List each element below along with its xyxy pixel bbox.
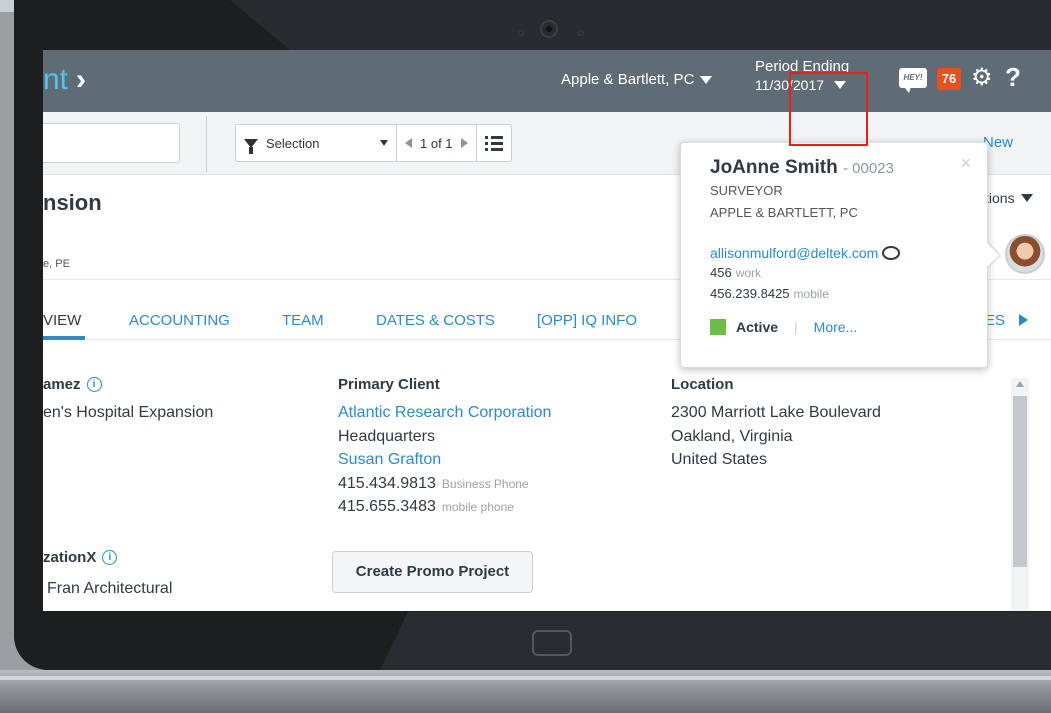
pager-text: 1 of 1 (420, 135, 453, 151)
primary-client-label: Primary Client (338, 376, 440, 393)
work-number: 456 (710, 265, 732, 280)
chevron-down-icon (700, 75, 713, 84)
search-input[interactable] (43, 123, 180, 163)
phone2-type: mobile phone (441, 500, 514, 514)
field-label-org: zationX i (43, 549, 118, 566)
tab-dates-costs[interactable]: DATES & COSTS (376, 312, 495, 329)
options-menu[interactable]: tions (985, 190, 1033, 206)
company-select[interactable]: Apple & Bartlett, PC (561, 71, 713, 88)
sensor-dot (578, 30, 584, 36)
separator: | (794, 319, 798, 335)
sensor-dot (518, 30, 524, 36)
work-label: work (735, 266, 762, 280)
previous-record-icon[interactable] (405, 138, 412, 148)
record-subtitle: e, PE (43, 258, 70, 270)
mobile-label: mobile (793, 287, 829, 301)
overview-content: amez i en's Hospital Expansion Primary C… (43, 340, 1051, 611)
filter-label: Selection (266, 135, 320, 151)
contact-name-text: JoAnne Smith (710, 157, 838, 178)
org-label: zationX (43, 549, 97, 566)
gear-icon[interactable]: ⚙ (971, 64, 993, 92)
phone1-number: 415.434.9813 (338, 475, 436, 492)
tab-iq-info[interactable]: [OPP] IQ INFO (537, 312, 637, 329)
email-link[interactable]: allisonmulford@deltek.com (710, 245, 878, 261)
status-indicator-icon (710, 319, 726, 335)
app-title-text: nt (43, 63, 69, 96)
record-navigator: Selection 1 of 1 (235, 124, 512, 162)
list-view-button[interactable] (477, 125, 511, 161)
page-title: nsion (43, 190, 102, 215)
mobile-phone: 415.655.3483 mobile phone (338, 498, 514, 516)
info-icon[interactable]: i (86, 377, 102, 392)
top-bar: nt › Apple & Bartlett, PC Period Ending 1… (43, 50, 1051, 112)
mobile-number: 456.239.8425 (710, 286, 790, 301)
contact-popup: × JoAnne Smith - 00023 SURVEYOR APPLE & … (680, 142, 988, 368)
next-record-icon[interactable] (460, 138, 468, 148)
name-label: amez (43, 376, 81, 393)
contact-link[interactable]: Susan Grafton (338, 451, 441, 469)
info-icon[interactable]: i (102, 550, 118, 565)
field-label-name: amez i (43, 376, 102, 393)
selection-filter-dropdown[interactable]: Selection (236, 125, 396, 161)
phone1-type: Business Phone (441, 477, 529, 491)
chevron-down-icon (380, 140, 388, 146)
hey-chat-icon[interactable]: HEY! (899, 68, 927, 93)
highlight-annotation-box (789, 72, 868, 146)
address-line-2: Oakland, Virginia (671, 428, 793, 445)
status-text: Active (736, 319, 779, 335)
mobile-phone: 456.239.8425 mobile (710, 286, 829, 301)
chevron-right-icon: › (76, 63, 87, 96)
filter-icon (244, 138, 258, 154)
help-icon[interactable]: ? (1005, 63, 1021, 91)
business-phone: 415.434.9813 Business Phone (338, 475, 529, 493)
work-phone: 456 work (710, 265, 761, 280)
location-label: Location (671, 376, 734, 393)
pager: 1 of 1 (397, 125, 476, 161)
notification-badge[interactable]: 76 (937, 68, 961, 90)
client-link[interactable]: Atlantic Research Corporation (338, 404, 551, 422)
bezel-shade-bottom (380, 612, 1051, 670)
contact-name: JoAnne Smith - 00023 (710, 157, 894, 179)
chevron-down-icon (1020, 194, 1033, 202)
tab-team[interactable]: TEAM (282, 312, 324, 329)
more-link[interactable]: More... (814, 319, 858, 335)
options-label: tions (985, 190, 1015, 206)
app-title[interactable]: nt › (43, 63, 86, 97)
name-value: en's Hospital Expansion (43, 404, 214, 421)
camera-icon (540, 20, 558, 38)
company-name: Apple & Bartlett, PC (561, 71, 695, 88)
home-button (532, 630, 572, 656)
address-line-1: 2300 Marriott Lake Boulevard (671, 404, 881, 421)
avatar[interactable] (1005, 234, 1045, 274)
bezel-shade (230, 0, 1051, 50)
phone2-number: 415.655.3483 (338, 498, 436, 515)
close-icon[interactable]: × (960, 153, 971, 174)
toolbar-divider (206, 116, 207, 172)
scroll-up-icon[interactable] (1016, 381, 1024, 387)
tab-accounting[interactable]: ACCOUNTING (129, 312, 230, 329)
contact-status: Active | More... (710, 319, 857, 335)
contact-email: allisonmulford@deltek.com (710, 245, 901, 261)
create-promo-project-button[interactable]: Create Promo Project (332, 551, 533, 593)
list-icon (484, 135, 503, 151)
address-line-3: United States (671, 451, 768, 468)
chat-icon[interactable] (882, 246, 901, 260)
contact-company: APPLE & BARTLETT, PC (710, 205, 858, 220)
tab-more[interactable]: ES (985, 312, 1005, 329)
client-office: Headquarters (338, 428, 435, 445)
tab-scroll-right-icon[interactable] (1019, 314, 1028, 326)
scrollbar-thumb[interactable] (1013, 396, 1027, 567)
org-value: Fran Architectural (47, 580, 173, 597)
contact-role: SURVEYOR (710, 183, 783, 198)
tab-overview[interactable]: VIEW (43, 312, 81, 329)
contact-id: - 00023 (843, 160, 894, 177)
laptop-base-lip (0, 676, 1051, 680)
